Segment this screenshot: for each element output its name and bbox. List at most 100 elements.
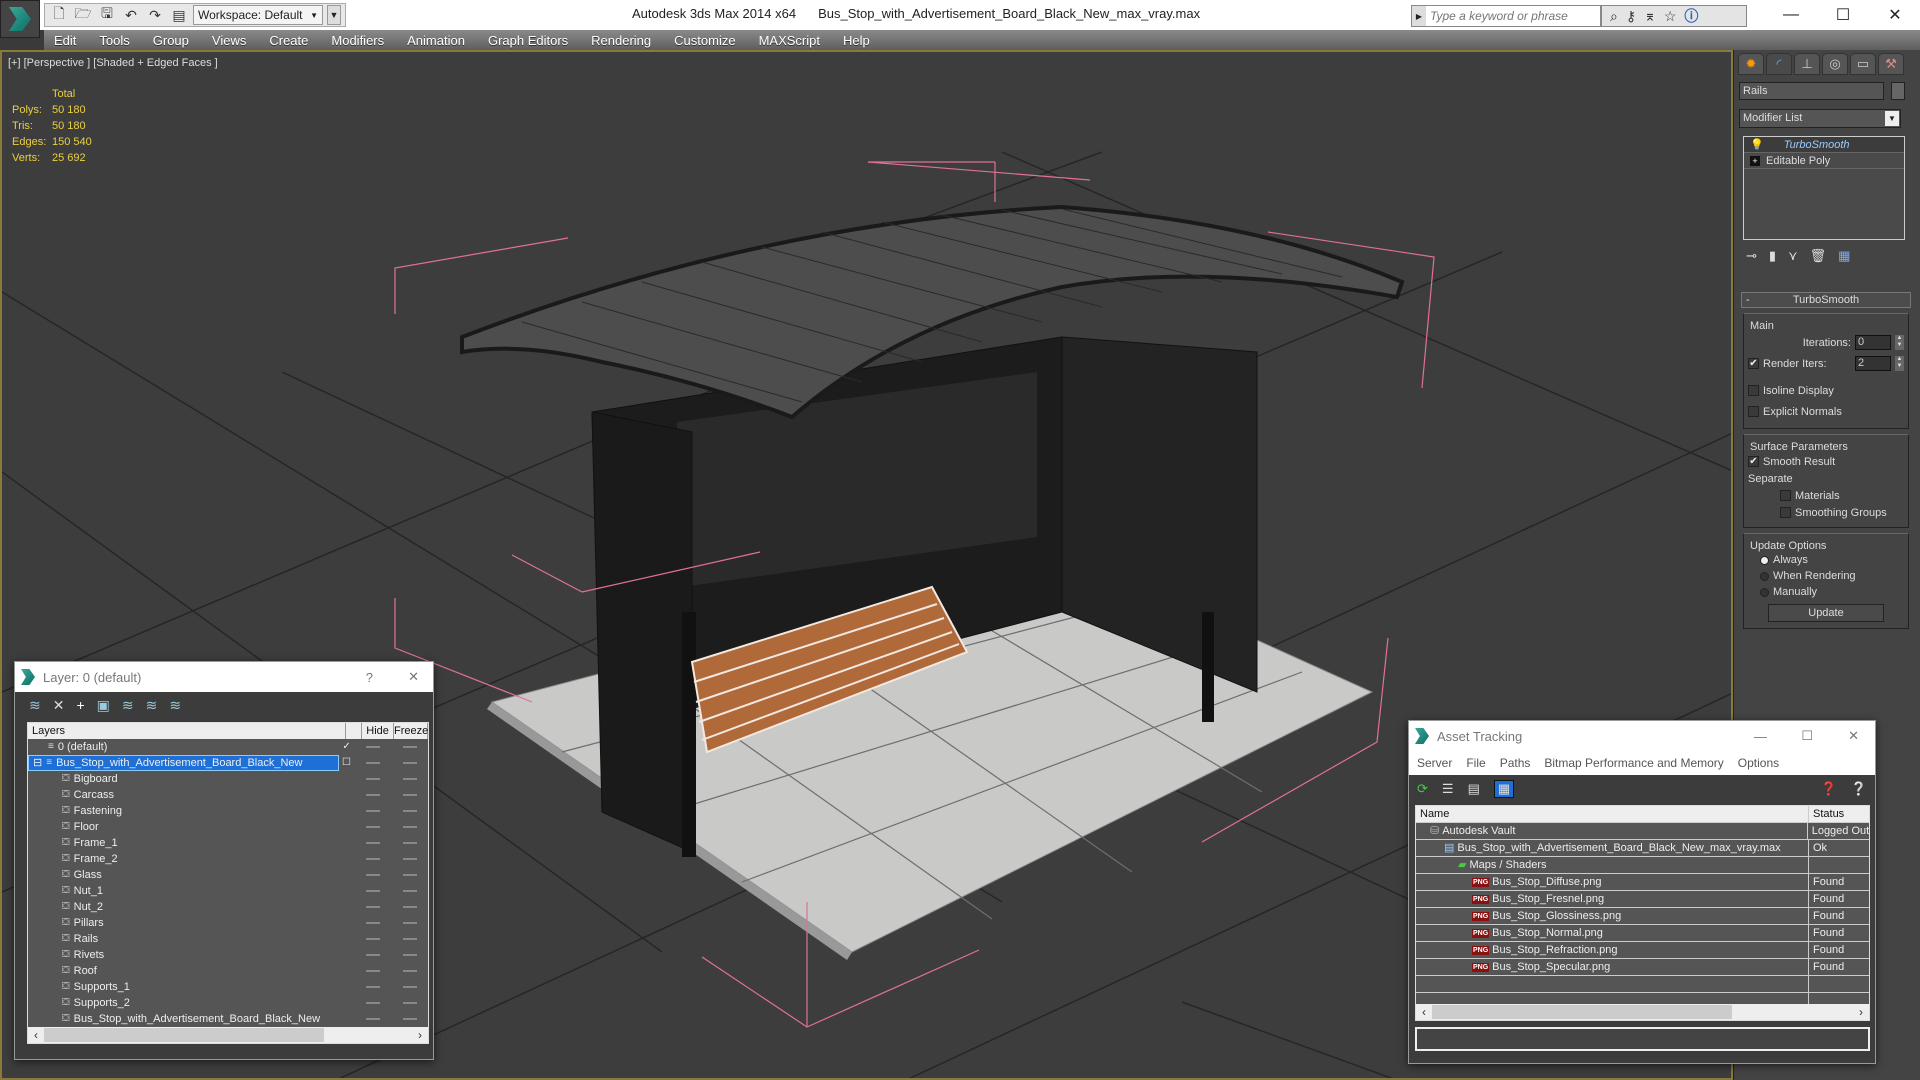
menu-group[interactable]: Group <box>143 33 199 48</box>
layer-row[interactable]: ⛋ Fastening <box>28 803 428 819</box>
menu-customize[interactable]: Customize <box>664 33 745 48</box>
horizontal-scrollbar[interactable]: ‹ › <box>28 1027 428 1043</box>
render-iters-checkbox[interactable]: ✔ <box>1748 358 1759 369</box>
freeze-toggle[interactable] <box>391 787 428 803</box>
help-button[interactable]: ? <box>366 670 373 685</box>
layer-row[interactable]: ≡ 0 (default) ✓ <box>28 739 428 755</box>
lightbulb-icon[interactable]: 💡 <box>1750 137 1764 153</box>
create-tab-icon[interactable]: ✹ <box>1738 53 1764 75</box>
scrollbar-thumb[interactable] <box>1432 1005 1732 1019</box>
hide-toggle[interactable] <box>354 851 391 867</box>
asset-row[interactable]: PNG Bus_Stop_Refraction.png Found <box>1416 942 1869 959</box>
freeze-toggle[interactable] <box>391 867 428 883</box>
maximize-button[interactable]: ☐ <box>1817 0 1869 30</box>
hide-toggle[interactable] <box>354 931 391 947</box>
layer-row[interactable]: ⛋ Supports_2 <box>28 995 428 1011</box>
workspace-dropdown[interactable]: Workspace: Default ▼ <box>193 5 323 25</box>
layer-row[interactable]: ⛋ Bus_Stop_with_Advertisement_Board_Black… <box>28 1011 428 1027</box>
asset-menu-bitmap-performance[interactable]: Bitmap Performance and Memory <box>1544 756 1723 770</box>
asset-row[interactable]: PNG Bus_Stop_Fresnel.png Found <box>1416 891 1869 908</box>
hide-toggle[interactable] <box>354 803 391 819</box>
search-expand-icon[interactable]: ▶ <box>1412 6 1426 26</box>
utilities-tab-icon[interactable]: ⚒ <box>1878 53 1904 75</box>
select-objects-icon[interactable]: ▣ <box>97 697 110 714</box>
delete-layer-icon[interactable]: ✕ <box>53 697 65 714</box>
satellite-icon[interactable]: ⌆ <box>1644 8 1656 25</box>
hide-toggle[interactable] <box>354 915 391 931</box>
column-name[interactable]: Name <box>1416 806 1809 822</box>
layer-row[interactable]: ⛋ Glass <box>28 867 428 883</box>
hide-toggle[interactable] <box>354 883 391 899</box>
freeze-toggle[interactable] <box>391 739 428 755</box>
show-end-result-icon[interactable]: ▮ <box>1769 248 1776 264</box>
freeze-toggle[interactable] <box>391 947 428 963</box>
column-freeze[interactable]: Freeze <box>394 723 428 739</box>
freeze-toggle[interactable] <box>391 963 428 979</box>
collapse-icon[interactable]: ⊟ <box>33 756 42 770</box>
hierarchy-tab-icon[interactable]: ⊥ <box>1794 53 1820 75</box>
create-layer-icon[interactable]: ≋ <box>29 697 41 714</box>
asset-menu-options[interactable]: Options <box>1738 756 1779 770</box>
freeze-toggle[interactable] <box>391 755 428 771</box>
customize-toolbar-icon[interactable]: ▼ <box>327 5 341 25</box>
materials-checkbox[interactable] <box>1780 490 1791 501</box>
layer-row[interactable]: ⛋ Nut_2 <box>28 899 428 915</box>
asset-row[interactable]: ▰ Maps / Shaders <box>1416 857 1869 874</box>
freeze-toggle[interactable] <box>391 835 428 851</box>
menu-graph-editors[interactable]: Graph Editors <box>478 33 578 48</box>
rollout-header[interactable]: - TurboSmooth <box>1741 292 1911 308</box>
tree-view-icon[interactable]: ▤ <box>1468 781 1480 797</box>
hide-toggle[interactable] <box>354 867 391 883</box>
new-file-icon[interactable]: 🗋 <box>49 5 69 25</box>
search-input[interactable] <box>1426 6 1600 26</box>
vault-help-icon[interactable]: ❓ <box>1821 781 1837 797</box>
key-icon[interactable]: ⚷ <box>1626 8 1636 25</box>
stack-item-turbosmooth[interactable]: 💡 TurboSmooth <box>1744 137 1904 153</box>
hide-toggle[interactable] <box>354 979 391 995</box>
layer-row[interactable]: ⛋ Bigboard <box>28 771 428 787</box>
always-radio[interactable] <box>1760 555 1769 565</box>
freeze-toggle[interactable] <box>391 899 428 915</box>
manually-radio[interactable] <box>1760 587 1769 597</box>
highlight-layer-icon[interactable]: ≋ <box>146 697 158 714</box>
hide-freeze-icon[interactable]: ≋ <box>169 697 181 714</box>
hide-toggle[interactable] <box>354 963 391 979</box>
motion-tab-icon[interactable]: ◎ <box>1822 53 1848 75</box>
project-folder-icon[interactable]: ▤ <box>169 5 189 25</box>
freeze-toggle[interactable] <box>391 931 428 947</box>
expand-icon[interactable]: + <box>1750 155 1760 166</box>
column-current[interactable] <box>346 723 363 739</box>
minimize-button[interactable]: — <box>1765 0 1817 30</box>
layer-row[interactable]: ⛋ Supports_1 <box>28 979 428 995</box>
asset-menu-file[interactable]: File <box>1466 756 1485 770</box>
binoculars-icon[interactable]: ⌕ <box>1610 8 1618 25</box>
layer-row[interactable]: ⊟ ≡ Bus_Stop_with_Advertisement_Board_Blac… <box>28 755 428 771</box>
hide-toggle[interactable] <box>354 995 391 1011</box>
close-button[interactable]: ✕ <box>1869 0 1920 30</box>
modify-tab-icon[interactable]: ◜ <box>1766 53 1792 75</box>
maximize-button[interactable]: ☐ <box>1801 728 1813 744</box>
freeze-toggle[interactable] <box>391 979 428 995</box>
list-view-icon[interactable]: ☰ <box>1442 781 1454 797</box>
modifier-list-dropdown[interactable]: Modifier List ▼ <box>1739 109 1901 128</box>
make-unique-icon[interactable]: ⋎ <box>1788 248 1798 264</box>
scrollbar-thumb[interactable] <box>44 1028 324 1042</box>
hide-toggle[interactable] <box>354 755 391 771</box>
freeze-toggle[interactable] <box>391 851 428 867</box>
redo-icon[interactable]: ↷ <box>145 5 165 25</box>
menu-animation[interactable]: Animation <box>397 33 475 48</box>
menu-modifiers[interactable]: Modifiers <box>321 33 394 48</box>
asset-row[interactable]: ⛁ Autodesk Vault Logged Out <box>1416 823 1869 840</box>
asset-row[interactable]: PNG Bus_Stop_Normal.png Found <box>1416 925 1869 942</box>
menu-maxscript[interactable]: MAXScript <box>749 33 830 48</box>
menu-help[interactable]: Help <box>833 33 880 48</box>
close-button[interactable]: ✕ <box>1848 728 1859 744</box>
column-hide[interactable]: Hide <box>362 723 394 739</box>
spinner-arrows-icon[interactable]: ▲ ▼ <box>1895 356 1904 371</box>
freeze-toggle[interactable] <box>391 1011 428 1027</box>
layer-row[interactable]: ⛋ Carcass <box>28 787 428 803</box>
layer-row[interactable]: ⛋ Nut_1 <box>28 883 428 899</box>
open-file-icon[interactable]: 🗁 <box>73 5 93 25</box>
hide-toggle[interactable] <box>354 771 391 787</box>
freeze-toggle[interactable] <box>391 883 428 899</box>
